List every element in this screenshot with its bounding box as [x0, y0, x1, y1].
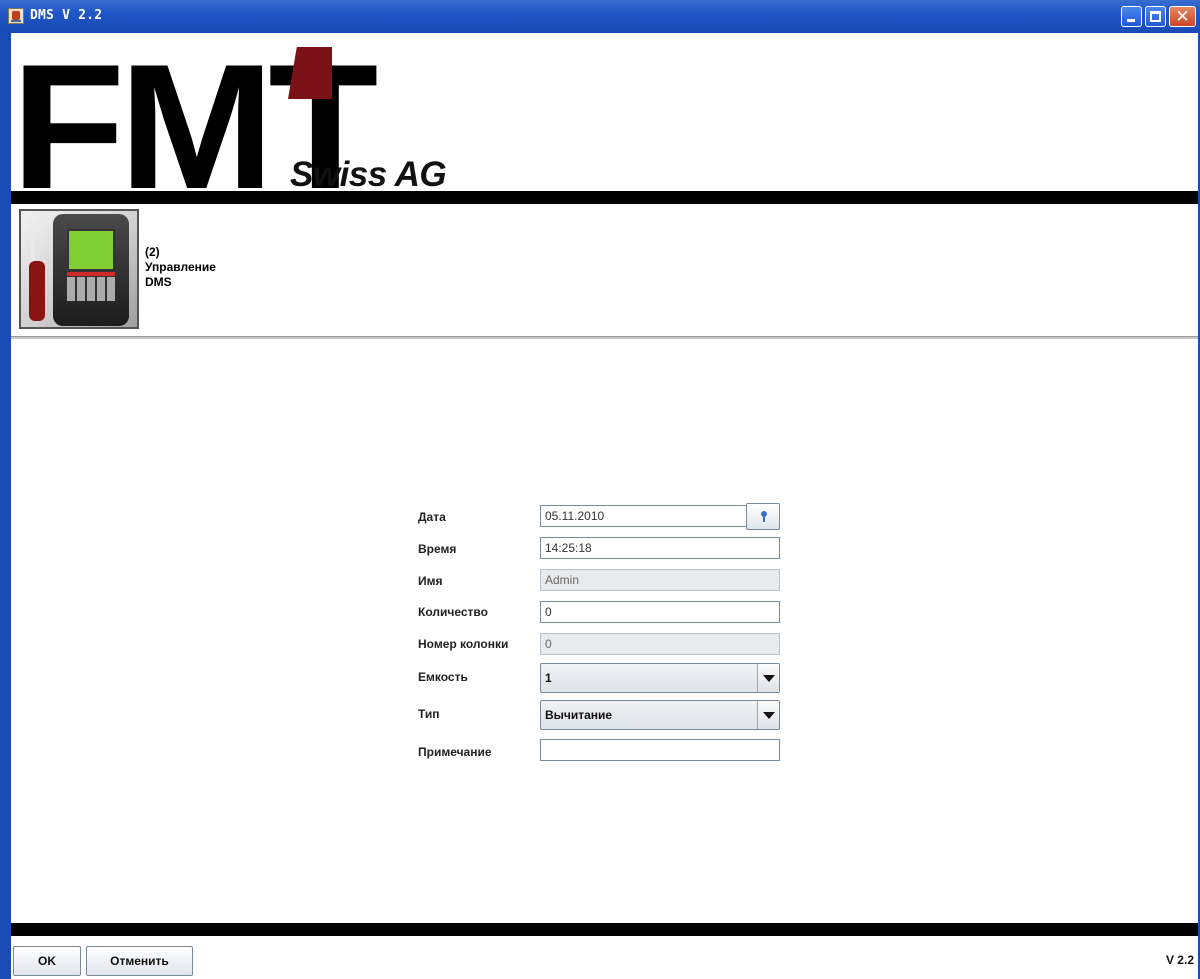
date-label: Дата	[418, 510, 446, 524]
module-name: Управление	[145, 260, 216, 274]
date-field[interactable]: 05.11.2010	[540, 505, 747, 527]
type-selected-value: Вычитание	[545, 708, 613, 722]
name-label: Имя	[418, 574, 443, 588]
time-field[interactable]: 14:25:18	[540, 537, 780, 559]
maximize-button[interactable]	[1145, 6, 1166, 27]
fuel-nozzle-icon	[29, 261, 45, 321]
terminal-buttons-icon	[67, 272, 115, 276]
chevron-down-icon[interactable]	[757, 701, 779, 729]
minimize-icon	[1127, 19, 1135, 22]
pump-number-label: Номер колонки	[418, 637, 509, 651]
terminal-keypad-icon	[67, 277, 115, 301]
module-number: (2)	[145, 245, 160, 259]
window-title: DMS V 2.2	[30, 8, 103, 23]
title-bar[interactable]: DMS V 2.2 ✕	[0, 0, 1200, 33]
ok-button[interactable]: OK	[13, 946, 81, 976]
close-button[interactable]: ✕	[1169, 6, 1196, 27]
pin-icon	[761, 511, 767, 522]
quantity-field[interactable]: 0	[540, 601, 780, 623]
chevron-down-icon[interactable]	[757, 664, 779, 692]
java-app-icon[interactable]	[8, 8, 24, 24]
pump-number-field: 0	[540, 633, 780, 655]
tank-label: Емкость	[418, 670, 468, 684]
terminal-screen-icon	[67, 229, 115, 271]
main-panel	[11, 339, 1198, 923]
window-frame-left	[0, 33, 11, 979]
version-label: V 2.2	[1165, 953, 1194, 967]
logo-divider-bar	[11, 191, 1198, 204]
module-subname: DMS	[145, 275, 172, 289]
tank-selected-value: 1	[545, 671, 552, 685]
note-field[interactable]	[540, 739, 780, 761]
time-label: Время	[418, 542, 457, 556]
type-select[interactable]: Вычитание	[540, 700, 780, 730]
logo-tagline: Swiss AG	[290, 155, 447, 194]
fuel-terminal-image	[19, 209, 139, 329]
name-field: Admin	[540, 569, 780, 591]
note-label: Примечание	[418, 745, 492, 759]
maximize-icon	[1150, 11, 1161, 22]
module-title: (2) Управление DMS	[145, 245, 216, 290]
date-picker-button[interactable]	[746, 503, 780, 530]
type-label: Тип	[418, 707, 440, 721]
cancel-button[interactable]: Отменить	[86, 946, 193, 976]
minimize-button[interactable]	[1121, 6, 1142, 27]
tank-select[interactable]: 1	[540, 663, 780, 693]
footer-divider-bar	[11, 923, 1198, 936]
close-icon: ✕	[1175, 7, 1190, 26]
quantity-label: Количество	[418, 605, 488, 619]
